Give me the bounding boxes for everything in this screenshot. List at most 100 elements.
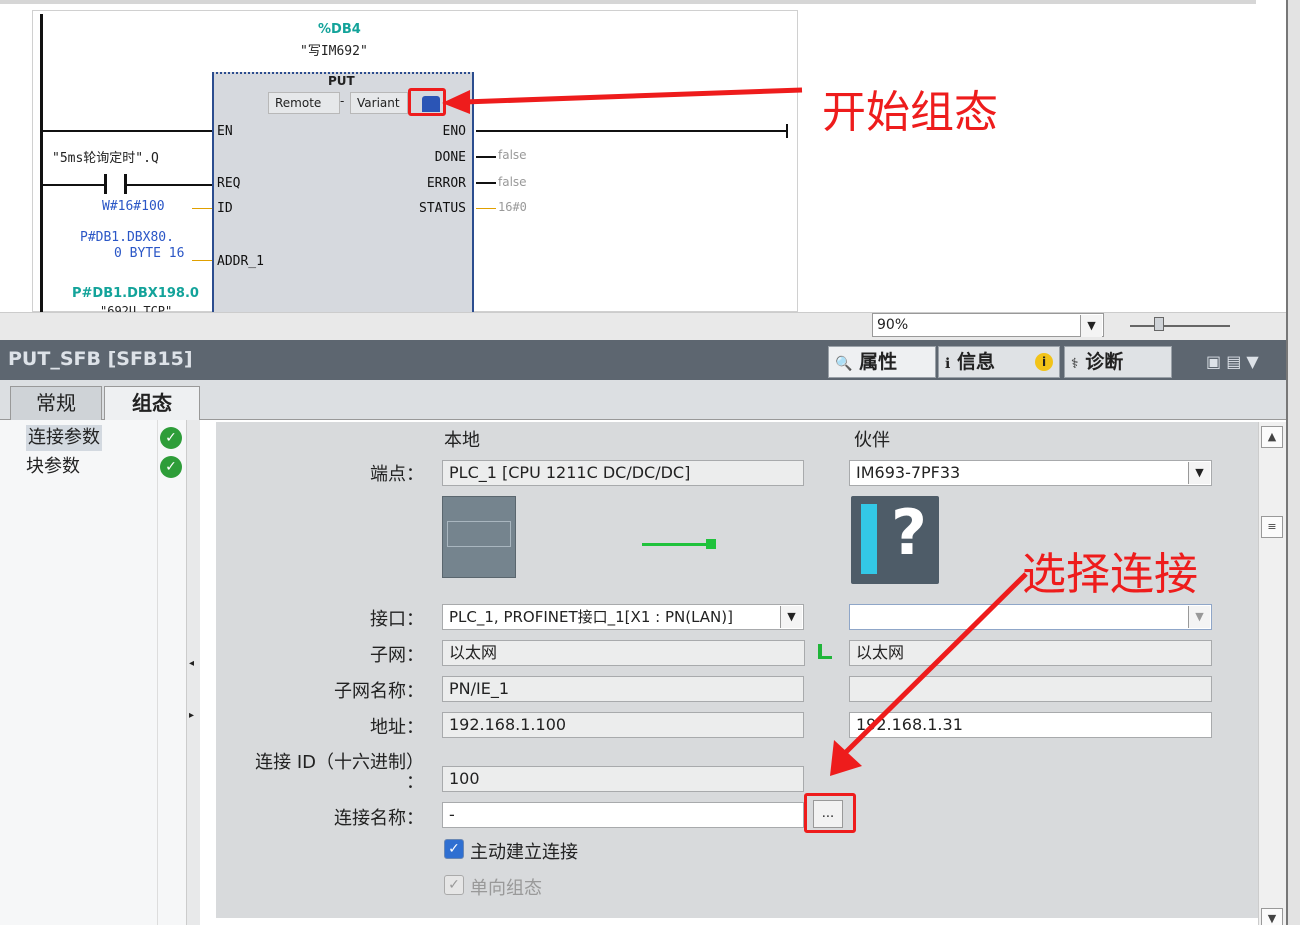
properties-icon: 🔍 [835,356,853,372]
question-mark-icon: ? [891,496,927,569]
arrow-to-config-icon [442,87,803,114]
label-connection-id: 连接 ID（十六进制） [255,752,424,773]
local-endpoint-field: PLC_1 [CPU 1211C DC/DC/DC] [442,460,804,486]
highlight-browse-button [804,793,856,833]
zoom-slider[interactable] [1130,325,1230,327]
pin-en: EN [217,124,233,139]
power-rail [40,14,43,312]
pin-status: STATUS [419,201,466,216]
label-connection-name: 连接名称： [334,808,424,829]
tab-properties-label: 属性 [859,351,898,373]
plc-module-outline [447,521,511,547]
active-connection-checkbox[interactable]: ✓ [444,839,464,859]
error-wire [476,182,496,184]
device-slot-icon [861,504,877,574]
diagnostics-icon: ⚕ [1071,356,1079,372]
local-address-field: 192.168.1.100 [442,712,804,738]
partner-endpoint-value: IM693-7PF33 [856,463,961,482]
id-value[interactable]: W#16#100 [102,199,165,214]
label-endpoint: 端点： [370,464,424,485]
tab-configuration[interactable]: 组态 [104,386,200,420]
check-ok-icon: ✓ [160,427,182,449]
check-ok-icon: ✓ [160,456,182,478]
req-wire-a [42,184,104,186]
pin-error: ERROR [426,176,466,191]
expand-right-icon[interactable]: ▸ [189,710,194,721]
one-way-label: 单向组态 [470,878,542,899]
done-wire [476,156,496,158]
nav-block-params[interactable]: 块参数 [26,454,80,480]
db-name: %DB4 [318,22,361,37]
tab-diagnostics[interactable]: ⚕ 诊断 [1064,346,1172,378]
partner-endpoint-select[interactable]: IM693-7PF33 ▼ [849,460,1212,486]
plc-device-icon [442,496,516,578]
local-interface-select[interactable]: PLC_1, PROFINET接口_1[X1 : PN(LAN)] ▼ [442,604,804,630]
label-subnet-name: 子网名称： [334,681,424,702]
active-connection-label: 主动建立连接 [470,842,578,863]
connection-port-icon [706,539,716,549]
label-connection-id-colon: ： [406,772,424,793]
info-badge-icon: i [1035,353,1053,371]
sd-comment: "692U TCP" [100,304,173,312]
status-bar: 90% ▼ [0,312,1286,340]
right-panel-edge [1286,0,1300,925]
properties-title: PUT_SFB [SFB15] [8,348,193,370]
chevron-down-icon[interactable]: ▼ [1188,462,1210,484]
scroll-up-icon[interactable]: ▲ [1261,426,1283,448]
addr-value-1[interactable]: P#DB1.DBX80. [80,230,174,245]
info-icon: ℹ [945,356,951,372]
wire-end [786,124,788,138]
panel-menu-icon[interactable]: ▣ ▤ ▼ [1206,352,1259,371]
zoom-select[interactable]: 90% ▼ [872,313,1104,337]
connection-id-field[interactable]: 100 [442,766,804,792]
config-scrollbar[interactable]: ▲ ≡ ▼ [1258,422,1286,925]
local-subnet-field: 以太网 [442,640,805,666]
collapse-left-icon[interactable]: ◂ [189,658,194,669]
column-partner: 伙伴 [854,430,890,451]
pin-id: ID [217,201,233,216]
tab-general[interactable]: 常规 [10,386,102,420]
local-interface-value: PLC_1, PROFINET接口_1[X1 : PN(LAN)] [449,608,733,626]
tab-info[interactable]: ℹ 信息 i [938,346,1060,378]
db-comment: "写IM692" [300,44,368,59]
tab-diagnostics-label: 诊断 [1085,351,1124,373]
nav-connection-params[interactable]: 连接参数 [26,425,102,451]
local-subnet-name-field: PN/IE_1 [442,676,804,702]
nav-splitter[interactable]: ◂ ▸ [186,420,200,925]
arrow-to-browse-button [830,572,1028,776]
one-way-checkbox: ✓ [444,875,464,895]
scroll-down-icon[interactable]: ▼ [1261,908,1283,925]
chevron-down-icon[interactable]: ▼ [1080,315,1102,337]
addr-value-2[interactable]: 0 BYTE 16 [114,246,184,261]
chevron-down-icon[interactable]: ▼ [780,606,802,628]
tab-info-label: 信息 [956,351,995,373]
property-subtabs: 常规 组态 [0,380,1286,420]
config-nav: 连接参数 ✓ 块参数 ✓ ◂ ▸ [0,420,200,925]
status-wire [476,208,496,209]
tab-properties[interactable]: 🔍 属性 [828,346,936,378]
connection-name-field[interactable]: - [442,802,804,828]
block-name: PUT [328,74,355,88]
pin-req: REQ [217,176,241,191]
label-subnet: 子网： [370,645,424,666]
contact-label[interactable]: "5ms轮询定时".Q [52,147,159,166]
variant-label: Variant [350,92,408,114]
zoom-slider-thumb[interactable] [1154,317,1164,331]
label-address: 地址： [370,717,424,738]
pin-eno: ENO [442,124,466,139]
scroll-grip-icon[interactable]: ≡ [1261,516,1283,538]
chevron-down-icon[interactable]: ▼ [1188,606,1210,628]
done-value: false [498,148,527,162]
eno-wire [476,130,788,132]
remote-label: Remote [268,92,340,114]
sd-value[interactable]: P#DB1.DBX198.0 [72,286,199,301]
column-local: 本地 [444,430,480,451]
label-interface: 接口： [370,609,424,630]
error-value: false [498,175,527,189]
ladder-editor: %DB4 "写IM692" PUT Remote - Variant EN RE… [0,0,1256,312]
connection-line [642,543,708,546]
nav-divider [157,420,158,925]
addr-wire [192,260,212,261]
contact-left [104,174,107,194]
pin-done: DONE [434,150,466,165]
